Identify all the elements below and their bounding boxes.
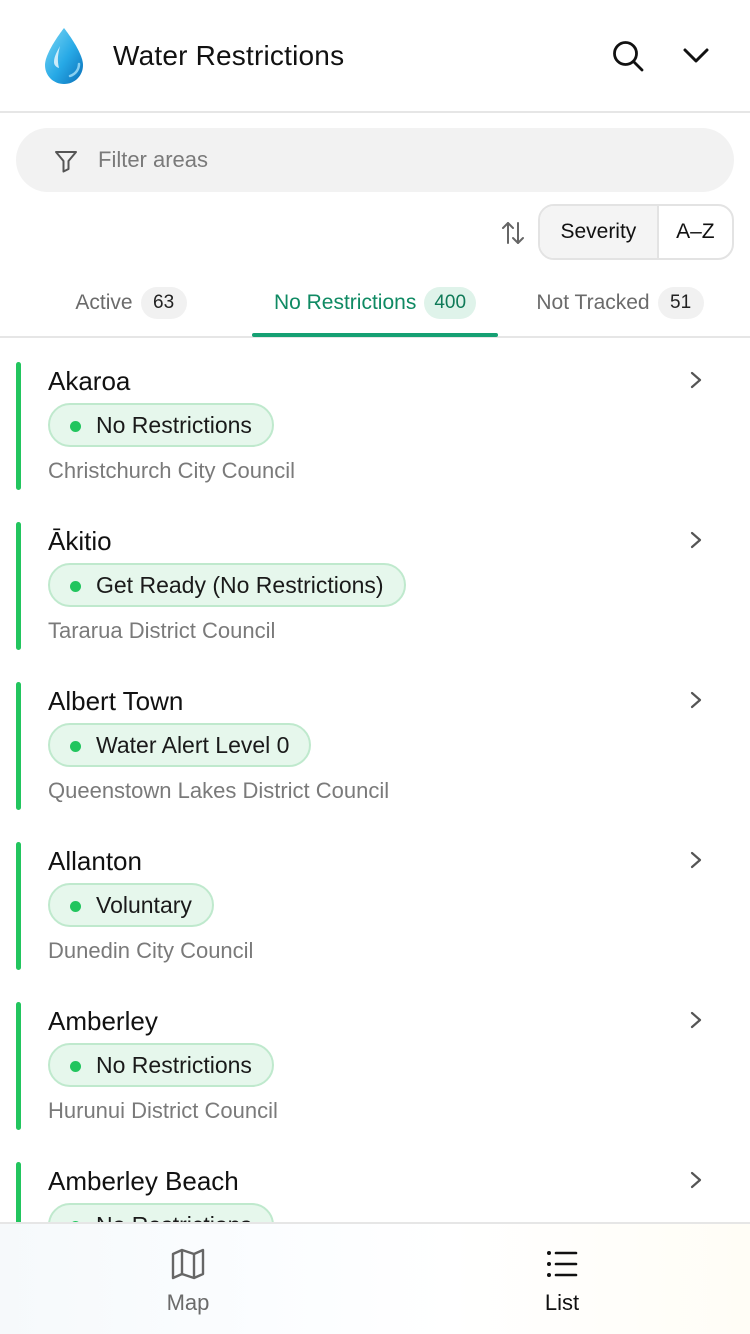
filter-input[interactable] <box>98 138 698 182</box>
tab-label: Not Tracked <box>536 291 650 314</box>
status-badge: Water Alert Level 0 <box>48 723 312 767</box>
filter-bar[interactable] <box>16 128 734 192</box>
map-icon <box>171 1248 205 1280</box>
status-tabs: Active 63 No Restrictions 400 Not Tracke… <box>0 270 750 338</box>
status-indicator-bar <box>16 842 21 970</box>
area-name: Albert Town <box>48 686 184 716</box>
list-item[interactable]: Amberley No Restrictions Hurunui Distric… <box>0 980 750 1140</box>
sort-az-button[interactable]: A–Z <box>659 206 732 258</box>
list-item[interactable]: Allanton Voluntary Dunedin City Council <box>0 820 750 980</box>
status-text: Water Alert Level 0 <box>96 731 290 758</box>
search-button[interactable] <box>608 36 648 76</box>
page-title: Water Restrictions <box>113 40 345 71</box>
status-badge: No Restrictions <box>48 1203 274 1222</box>
bottom-nav: Map List <box>0 1222 750 1334</box>
chevron-down-icon <box>683 48 709 63</box>
status-indicator-bar <box>16 1162 21 1222</box>
tab-label: Active <box>75 291 133 314</box>
tab-count-badge: 400 <box>424 287 477 319</box>
nav-list[interactable]: List <box>462 1224 662 1334</box>
council-name: Dunedin City Council <box>48 938 254 963</box>
status-dot <box>70 901 81 912</box>
tab-count-badge: 63 <box>140 287 187 319</box>
sort-toggle: Severity A–Z <box>538 204 734 260</box>
status-badge: Voluntary <box>48 883 214 927</box>
status-text: Voluntary <box>96 891 192 918</box>
tab-no-restrictions[interactable]: No Restrictions 400 <box>252 270 498 336</box>
menu-toggle-button[interactable] <box>676 36 716 76</box>
area-name: Ākitio <box>48 526 112 556</box>
council-name: Tararua District Council <box>48 618 276 643</box>
list-item[interactable]: Ākitio Get Ready (No Restrictions) Tarar… <box>0 500 750 660</box>
status-badge: No Restrictions <box>48 1043 274 1087</box>
app-header: Water Restrictions <box>0 0 750 113</box>
area-list: Akaroa No Restrictions Christchurch City… <box>0 340 750 1222</box>
nav-map[interactable]: Map <box>88 1224 288 1334</box>
nav-label: List <box>544 1290 580 1315</box>
tab-active[interactable]: Active 63 <box>56 270 206 336</box>
chevron-right-icon <box>690 1171 702 1189</box>
council-name: Queenstown Lakes District Council <box>48 778 390 803</box>
water-drop-icon <box>45 28 83 84</box>
status-dot <box>70 421 81 432</box>
status-badge: No Restrictions <box>48 403 274 447</box>
chevron-right-icon <box>690 371 702 389</box>
council-name: Hurunui District Council <box>48 1098 278 1123</box>
status-text: Get Ready (No Restrictions) <box>96 571 384 598</box>
status-indicator-bar <box>16 362 21 490</box>
list-item[interactable]: Amberley Beach No Restrictions <box>0 1140 750 1222</box>
status-badge: Get Ready (No Restrictions) <box>48 563 406 607</box>
tab-label: No Restrictions <box>273 291 417 314</box>
chevron-right-icon <box>690 851 702 869</box>
list-item[interactable]: Akaroa No Restrictions Christchurch City… <box>0 340 750 500</box>
area-name: Akaroa <box>48 366 131 396</box>
nav-label: Map <box>166 1290 210 1315</box>
status-text: No Restrictions <box>96 1212 252 1223</box>
status-dot <box>70 581 81 592</box>
status-dot <box>70 741 81 752</box>
tab-not-tracked[interactable]: Not Tracked 51 <box>520 270 720 336</box>
list-item[interactable]: Albert Town Water Alert Level 0 Queensto… <box>0 660 750 820</box>
chevron-right-icon <box>690 1011 702 1029</box>
area-name: Amberley <box>48 1006 158 1036</box>
list-icon <box>547 1251 578 1277</box>
status-indicator-bar <box>16 682 21 810</box>
area-name: Allanton <box>48 846 142 876</box>
search-icon <box>613 41 644 72</box>
chevron-right-icon <box>690 691 702 709</box>
status-dot <box>70 1061 81 1072</box>
sort-icon[interactable] <box>500 220 526 246</box>
chevron-right-icon <box>690 531 702 549</box>
filter-icon <box>55 151 77 173</box>
tab-count-badge: 51 <box>657 287 704 319</box>
status-text: No Restrictions <box>96 1051 252 1078</box>
active-tab-indicator <box>252 333 498 337</box>
sort-severity-button[interactable]: Severity <box>540 206 659 258</box>
council-name: Christchurch City Council <box>48 458 295 483</box>
status-text: No Restrictions <box>96 411 252 438</box>
status-indicator-bar <box>16 1002 21 1130</box>
area-name: Amberley Beach <box>48 1166 239 1196</box>
status-indicator-bar <box>16 522 21 650</box>
